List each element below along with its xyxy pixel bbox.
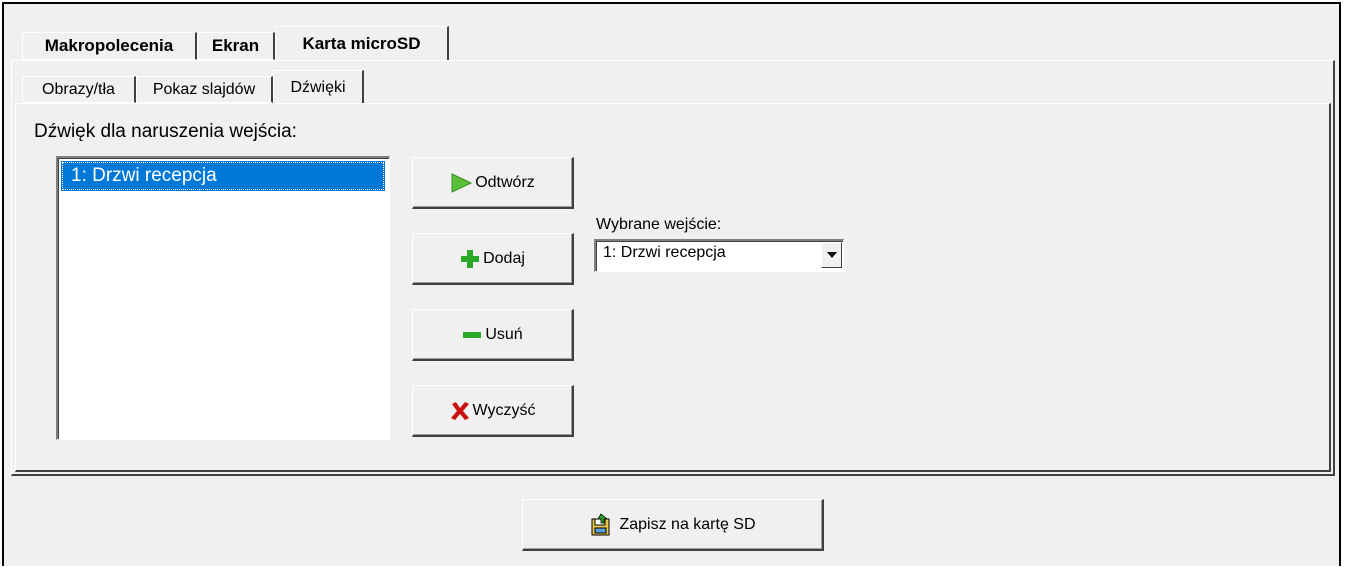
tab-label: Karta microSD xyxy=(302,34,421,53)
remove-button-label: Usuń xyxy=(485,325,523,343)
x-icon xyxy=(450,401,470,421)
add-button-label: Dodaj xyxy=(483,249,525,267)
tab-label: Ekran xyxy=(211,36,260,55)
tab-obrazy-tla[interactable]: Obrazy/tła xyxy=(22,76,136,103)
tab-label: Makropolecenia xyxy=(44,36,174,55)
sd-card-save-icon xyxy=(589,512,613,537)
plus-icon xyxy=(460,249,480,269)
chevron-down-icon[interactable] xyxy=(821,242,842,268)
save-to-sd-button[interactable]: Zapisz na kartę SD xyxy=(522,499,824,551)
input-select-value: 1: Drzwi recepcja xyxy=(603,244,726,261)
tab-makropolecenia[interactable]: Makropolecenia xyxy=(22,32,197,60)
minus-icon xyxy=(462,325,482,345)
play-button-label: Odtwórz xyxy=(475,173,535,191)
sound-listbox[interactable]: 1: Drzwi recepcja xyxy=(56,156,390,440)
sound-list-label: Dźwięk dla naruszenia wejścia: xyxy=(34,121,297,142)
tab-pokaz-slajdow[interactable]: Pokaz slajdów xyxy=(136,76,273,103)
save-to-sd-label: Zapisz na kartę SD xyxy=(619,515,756,533)
tab-label: Pokaz slajdów xyxy=(152,80,256,98)
add-button[interactable]: Dodaj xyxy=(412,233,574,285)
clear-button[interactable]: Wyczyść xyxy=(412,385,574,437)
remove-button[interactable]: Usuń xyxy=(412,309,574,361)
play-icon xyxy=(450,172,473,193)
tab-dzwieki[interactable]: Dźwięki xyxy=(273,70,364,104)
list-item-label: 1: Drzwi recepcja xyxy=(71,165,217,186)
list-item[interactable]: 1: Drzwi recepcja xyxy=(61,161,385,191)
tab-ekran[interactable]: Ekran xyxy=(197,32,275,60)
tab-karta-microsd[interactable]: Karta microSD xyxy=(275,26,449,61)
input-select[interactable]: 1: Drzwi recepcja xyxy=(594,239,844,272)
tab-label: Dźwięki xyxy=(290,78,346,96)
play-button[interactable]: Odtwórz xyxy=(412,157,574,209)
clear-button-label: Wyczyść xyxy=(472,401,536,419)
input-select-label: Wybrane wejście: xyxy=(596,216,722,233)
window-frame: Makropolecenia Ekran Karta microSD Obraz… xyxy=(2,2,1341,566)
tab-label: Obrazy/tła xyxy=(42,80,115,98)
